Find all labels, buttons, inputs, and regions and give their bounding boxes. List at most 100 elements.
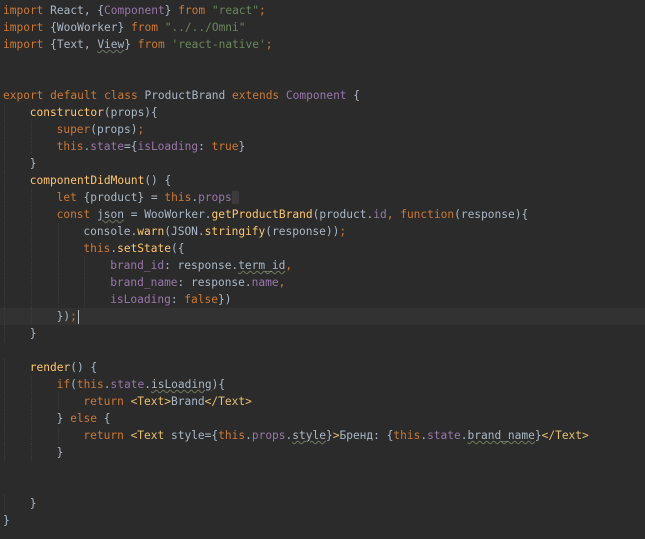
code-token: () { xyxy=(70,361,98,374)
indent-guide xyxy=(4,427,6,444)
code-line[interactable]: }); xyxy=(0,308,645,325)
code-token: ; xyxy=(70,310,77,323)
code-token: }) xyxy=(56,310,71,323)
code-text: this.setState({ xyxy=(83,240,184,257)
code-line[interactable]: constructor(props){ xyxy=(0,104,645,121)
code-line[interactable] xyxy=(0,461,645,478)
code-line[interactable]: return <Text>Brand</Text> xyxy=(0,393,645,410)
code-token: ( xyxy=(70,378,77,391)
indent-guide xyxy=(4,223,6,240)
indent-guide xyxy=(4,325,6,342)
code-token: extends xyxy=(232,89,280,102)
code-token: } xyxy=(29,157,37,170)
indent-guide xyxy=(84,257,86,274)
code-token: id xyxy=(373,208,387,221)
code-token: this xyxy=(83,242,111,255)
code-token: constructor xyxy=(29,106,104,119)
code-line[interactable]: } else { xyxy=(0,410,645,427)
code-line[interactable]: let {product} = this.props xyxy=(0,189,645,206)
indent-guide xyxy=(30,274,33,291)
code-line[interactable]: import {Text, View} from 'react-native'; xyxy=(0,36,645,53)
code-text: componentDidMount() { xyxy=(30,172,171,189)
code-line[interactable]: super(props); xyxy=(0,121,645,138)
code-line[interactable] xyxy=(0,70,645,87)
code-line[interactable]: } xyxy=(0,512,645,529)
code-text: constructor(props){ xyxy=(30,104,158,121)
code-text: console.warn(JSON.stringify(response)); xyxy=(83,223,346,240)
indent-guide xyxy=(4,104,6,121)
code-line[interactable]: if(this.state.isLoading){ xyxy=(0,376,645,393)
code-token: brand_name xyxy=(110,276,178,289)
code-editor[interactable]: import React, {Component} from "react"; i… xyxy=(0,0,645,539)
code-text: brand_name: response.name, xyxy=(110,274,285,291)
code-line[interactable] xyxy=(0,53,645,70)
code-token: false xyxy=(184,293,218,306)
code-line[interactable] xyxy=(0,342,645,359)
code-token: function xyxy=(400,208,455,221)
code-token: this xyxy=(164,191,192,204)
code-token: } xyxy=(29,327,37,340)
code-token: </Text> xyxy=(541,429,589,442)
code-token: componentDidMount xyxy=(29,174,145,187)
code-token: React, { xyxy=(43,4,105,17)
code-text: } else { xyxy=(57,410,111,427)
code-line[interactable]: } xyxy=(0,325,645,342)
code-token: <Text> xyxy=(130,395,171,408)
indent-guide xyxy=(4,257,6,274)
code-token: this xyxy=(218,429,246,442)
code-line[interactable]: brand_id: response.term_id, xyxy=(0,257,645,274)
code-token: Component xyxy=(285,89,347,102)
code-token: render xyxy=(29,361,71,374)
indent-guide xyxy=(30,257,33,274)
code-line[interactable]: this.state={isLoading: true} xyxy=(0,138,645,155)
code-text: import React, {Component} from "react"; xyxy=(3,2,266,19)
code-line[interactable]: console.warn(JSON.stringify(response)); xyxy=(0,223,645,240)
code-token: : response. xyxy=(177,276,252,289)
code-line[interactable]: isLoading: false}) xyxy=(0,291,645,308)
indent-guide xyxy=(4,444,6,461)
code-token: "../../Omni" xyxy=(164,21,246,34)
code-line[interactable]: brand_name: response.name, xyxy=(0,274,645,291)
code-token: this xyxy=(393,429,421,442)
indent-guide xyxy=(4,240,6,257)
indent-guide xyxy=(4,410,6,427)
code-token: from xyxy=(130,21,158,34)
code-text: return <Text style={this.props.style}>Бр… xyxy=(83,427,588,444)
code-token: <Text xyxy=(130,429,171,442)
indent-guide xyxy=(4,291,6,308)
code-line[interactable] xyxy=(0,478,645,495)
code-line[interactable]: } xyxy=(0,155,645,172)
code-line[interactable]: export default class ProductBrand extend… xyxy=(0,87,645,104)
code-line[interactable]: } xyxy=(0,495,645,512)
code-token: </Text> xyxy=(204,395,252,408)
code-line[interactable]: import React, {Component} from "react"; xyxy=(0,2,645,19)
code-line[interactable]: const json = WooWorker.getProductBrand(p… xyxy=(0,206,645,223)
code-line[interactable]: import {WooWorker} from "../../Omni" xyxy=(0,19,645,36)
code-line[interactable]: componentDidMount() { xyxy=(0,172,645,189)
code-text: brand_id: response.term_id, xyxy=(110,257,292,274)
indent-guide xyxy=(57,291,60,308)
indent-guide xyxy=(30,410,33,427)
code-text: import {Text, View} from 'react-native'; xyxy=(3,36,273,53)
code-token: View xyxy=(97,38,125,51)
indent-guide xyxy=(4,376,6,393)
code-text: this.state={isLoading: true} xyxy=(57,138,246,155)
code-line[interactable]: render() { xyxy=(0,359,645,376)
code-token: ={ xyxy=(123,140,138,153)
code-text: } xyxy=(30,325,37,342)
code-token: (response){ xyxy=(454,208,529,221)
code-line[interactable]: } xyxy=(0,444,645,461)
code-token: (props) xyxy=(90,123,138,136)
code-token: import xyxy=(3,38,44,51)
indent-guide xyxy=(57,240,60,257)
code-text: } xyxy=(57,444,64,461)
code-token: ; xyxy=(137,123,145,136)
code-line[interactable]: this.setState({ xyxy=(0,240,645,257)
code-line[interactable]: return <Text style={this.props.style}>Бр… xyxy=(0,427,645,444)
code-text: return <Text>Brand</Text> xyxy=(83,393,251,410)
code-token: name xyxy=(251,276,279,289)
code-token: else xyxy=(70,412,98,425)
code-token: . xyxy=(460,429,468,442)
